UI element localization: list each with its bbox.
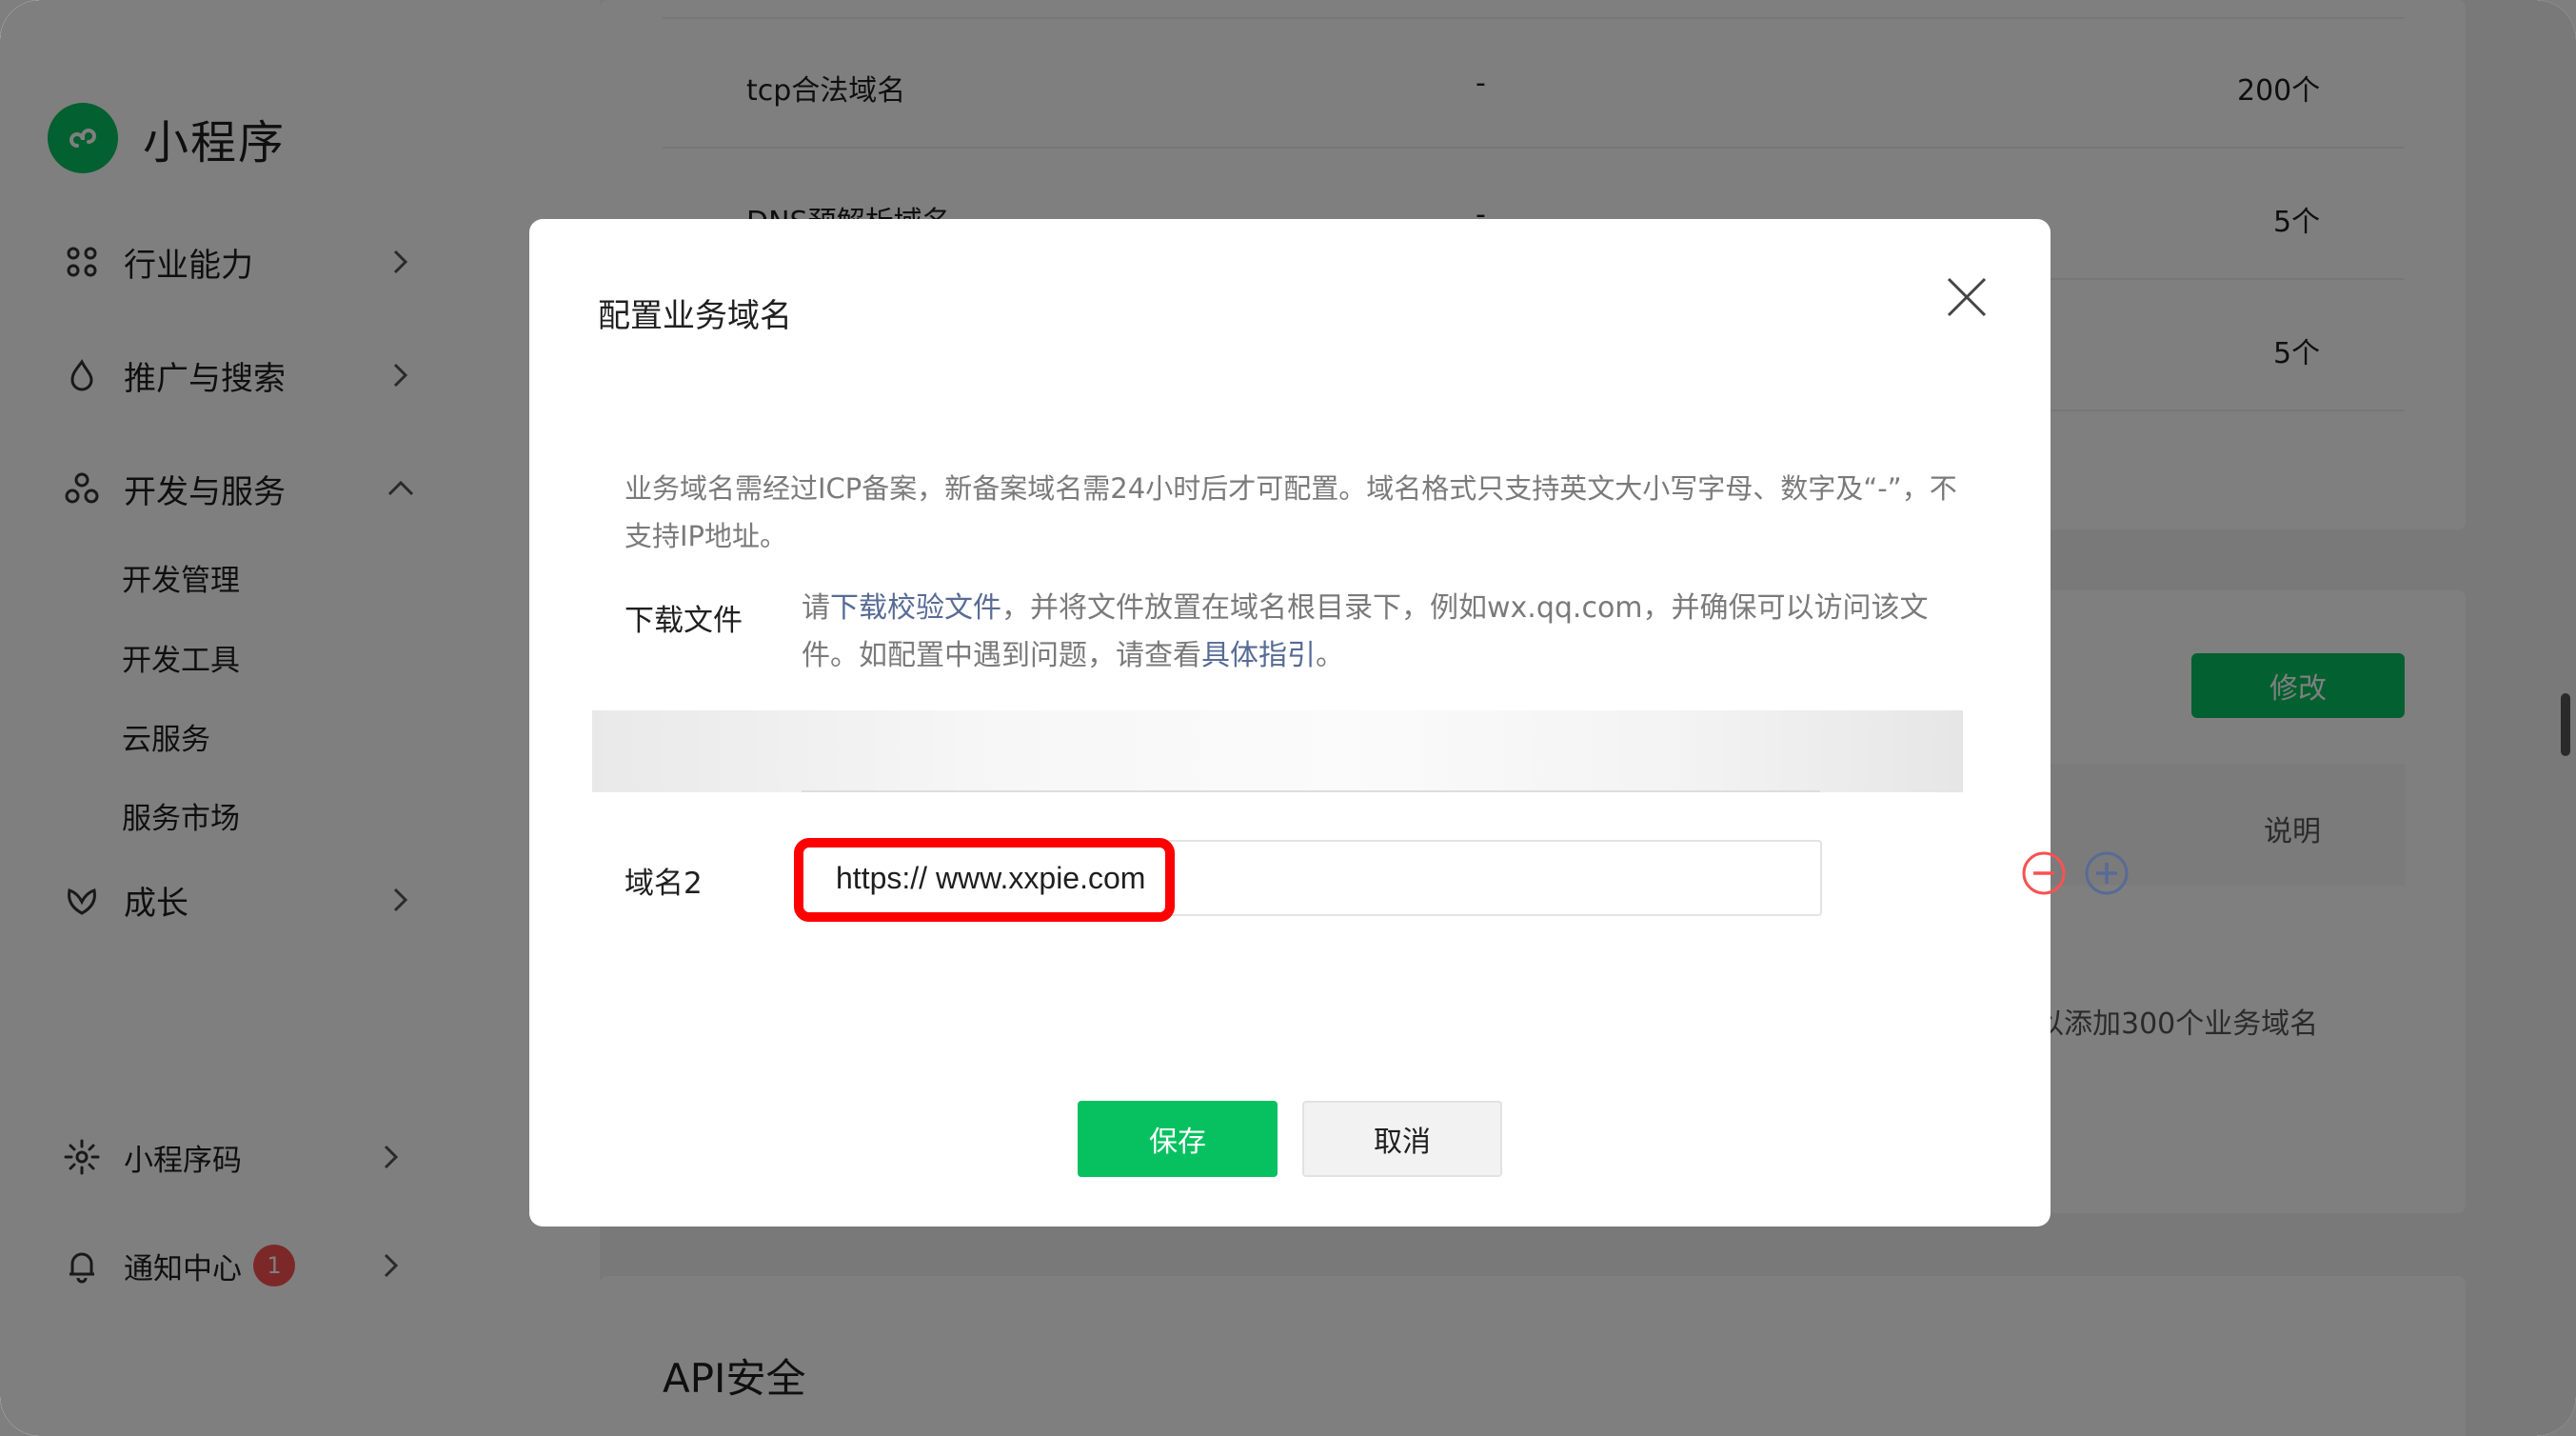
domain-notice: 业务域名需经过ICP备案，新备案域名需24小时后才可配置。域名格式只支持英文大小… <box>624 472 1957 552</box>
remove-domain-button[interactable] <box>2020 849 2068 897</box>
domain-input[interactable] <box>800 840 1822 916</box>
cancel-button[interactable]: 取消 <box>1302 1101 1502 1177</box>
download-instructions: 请下载校验文件，并将文件放置在域名根目录下，例如wx.qq.com，并确保可以访… <box>802 585 1982 680</box>
download-text: 请 <box>802 591 830 625</box>
save-button[interactable]: 保存 <box>1078 1101 1278 1177</box>
configure-domain-dialog: 配置业务域名 业务域名需经过ICP备案，新备案域名需24小时后才可配置。域名格式… <box>529 219 2129 1227</box>
download-file-link[interactable]: 下载校验文件 <box>830 591 1001 625</box>
guide-link[interactable]: 具体指引 <box>1201 639 1316 672</box>
blurred-region <box>592 710 1963 792</box>
download-text: 。 <box>1316 639 1344 672</box>
divider <box>802 790 1820 792</box>
dialog-title: 配置业务域名 <box>598 297 792 335</box>
close-icon[interactable] <box>1938 269 1995 326</box>
domain-field-label: 域名2 <box>624 867 703 901</box>
download-label: 下载文件 <box>624 604 743 638</box>
add-domain-button[interactable] <box>2083 849 2130 897</box>
